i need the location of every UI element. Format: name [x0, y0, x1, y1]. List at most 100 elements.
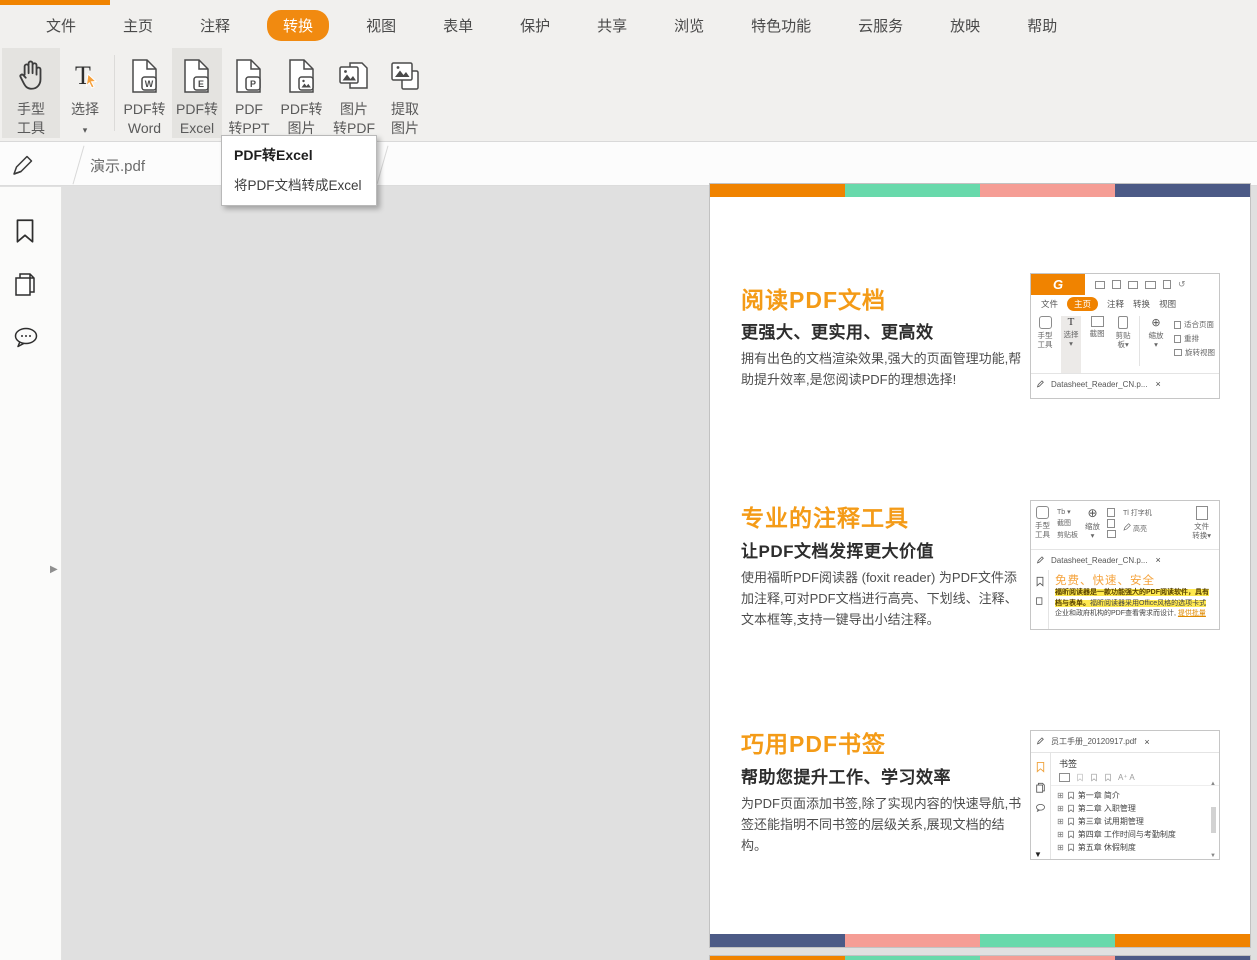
mini1-menu-convert: 转换 — [1133, 298, 1150, 310]
mini2-heading: 免费、快速、安全 — [1055, 572, 1215, 588]
tooltip-description: 将PDF文档转成Excel — [234, 174, 364, 194]
page-bottom-stripe — [710, 934, 1250, 947]
pdf-to-image-label-2: 图片 — [288, 120, 316, 136]
menu-item-share[interactable]: 共享 — [587, 10, 637, 41]
pdf-to-word-label-1: PDF转 — [124, 101, 166, 117]
tooltip-title: PDF转Excel — [234, 145, 364, 165]
pdf-to-ppt-icon: P — [232, 56, 266, 96]
image-to-pdf-label-1: 图片 — [340, 101, 368, 117]
mini3-caret-icon: ▼ — [1034, 850, 1042, 859]
section2-body: 使用福昕PDF阅读器 (foxit reader) 为PDF文件添加注释,可对P… — [741, 567, 1023, 630]
mini-screenshot-bookmarks-panel: 员工手册_20120917.pdf × ▼ 书签 — [1030, 730, 1220, 860]
select-tool-label: 选择 — [71, 101, 99, 117]
select-text-icon: T — [69, 56, 101, 96]
pdf-to-excel-icon: E — [180, 56, 214, 96]
mini-screenshot-reader-ui: G ↺ 文件 主页 注释 转换 视图 手型工具 — [1030, 273, 1220, 399]
menu-item-protect[interactable]: 保护 — [510, 10, 560, 41]
select-tool-button[interactable]: T 选择 ▾ — [62, 48, 108, 138]
hand-tool-label-1: 手型 — [17, 101, 45, 117]
section3-body: 为PDF页面添加书签,除了实现内容的快速导航,书签还能指明不同书签的层级关系,展… — [741, 793, 1023, 856]
pdf-page-2-top-stripe — [709, 955, 1251, 960]
extract-image-label-1: 提取 — [391, 101, 419, 117]
pdf-to-image-icon — [285, 56, 319, 96]
mini2-typewriter-tool: Tl 打字机 — [1123, 508, 1152, 518]
extract-image-icon — [387, 56, 423, 96]
pdf-to-image-label-1: PDF转 — [281, 101, 323, 117]
mini3-panel-toolbar: A⁺ A — [1051, 772, 1219, 786]
bookmarks-panel-button[interactable] — [12, 217, 40, 245]
menu-item-help[interactable]: 帮助 — [1017, 10, 1067, 41]
mini2-sidebar — [1031, 570, 1049, 630]
mini3-close-icon: × — [1144, 737, 1149, 747]
pdf-page-1: 阅读PDF文档 更强大、更实用、更高效 拥有出色的文档渲染效果,强大的页面管理功… — [709, 183, 1251, 948]
section3-title: 巧用PDF书签 — [741, 725, 886, 759]
pages-panel-button[interactable] — [12, 271, 40, 299]
menu-item-cloud[interactable]: 云服务 — [848, 10, 913, 41]
menu-item-file[interactable]: 文件 — [36, 10, 86, 41]
sidebar-expand-handle[interactable]: ▶ — [50, 564, 58, 575]
mini3-document-tab: 员工手册_20120917.pdf — [1051, 736, 1136, 747]
mini1-document-tab: Datasheet_Reader_CN.p... — [1051, 380, 1148, 389]
section3-subtitle: 帮助您提升工作、学习效率 — [741, 763, 951, 788]
svg-text:E: E — [198, 79, 204, 89]
pdf-to-ppt-button[interactable]: P PDF 转PPT — [225, 48, 273, 138]
section2-subtitle: 让PDF文档发挥更大价值 — [741, 537, 934, 562]
hand-tool-label-2: 工具 — [17, 120, 45, 136]
document-tab[interactable]: 演示.pdf — [90, 155, 145, 176]
document-canvas[interactable]: 阅读PDF文档 更强大、更实用、更高效 拥有出色的文档渲染效果,强大的页面管理功… — [62, 187, 1257, 960]
section1-subtitle: 更强大、更实用、更高效 — [741, 318, 934, 343]
ribbon-separator — [114, 55, 115, 131]
mini-screenshot-annotate-ui: 手型工具 Tb ▾ 截图 剪贴板 ⊕ 缩放▾ Tl 打字机 高亮 — [1030, 500, 1220, 630]
mini3-panel-title: 书签 — [1051, 753, 1219, 772]
menubar: 文件 主页 注释 转换 视图 表单 保护 共享 浏览 特色功能 云服务 放映 帮… — [0, 0, 1257, 45]
page-top-stripe — [710, 184, 1250, 197]
pdf-to-excel-label-1: PDF转 — [176, 101, 218, 117]
hand-tool-button[interactable]: 手型工具 — [2, 48, 60, 138]
foxit-logo: G — [1031, 274, 1085, 295]
pdf-to-ppt-label-1: PDF — [235, 101, 263, 117]
select-dropdown-arrow: ▾ — [83, 125, 88, 135]
pdf-to-excel-button[interactable]: E PDF转 Excel — [172, 48, 222, 138]
mini3-scrollbar: ▲▼ — [1209, 781, 1217, 859]
section1-body: 拥有出色的文档渲染效果,强大的页面管理功能,帮助提升效率,是您阅读PDF的理想选… — [741, 348, 1023, 390]
mini1-menu-home: 主页 — [1067, 297, 1098, 311]
menu-item-form[interactable]: 表单 — [433, 10, 483, 41]
image-to-pdf-button[interactable]: 图片转PDF — [330, 48, 378, 138]
extract-image-label-2: 图片 — [391, 120, 419, 136]
mini1-menu-annotate: 注释 — [1107, 298, 1124, 310]
comments-panel-button[interactable] — [12, 325, 40, 353]
ribbon-toolbar: 手型工具 T 选择▾ W PDF转Word E PDF转Excel P PDF转… — [0, 45, 1257, 142]
quick-access-icons: ↺ — [1095, 279, 1186, 290]
mini2-document-tab: Datasheet_Reader_CN.p... — [1051, 556, 1148, 565]
section1-title: 阅读PDF文档 — [741, 281, 886, 315]
menu-item-slideshow[interactable]: 放映 — [940, 10, 990, 41]
pdf-to-excel-label-2: Excel — [180, 120, 214, 136]
mini1-menu-view: 视图 — [1159, 298, 1176, 310]
pdf-to-ppt-label-2: 转PPT — [228, 120, 269, 136]
menu-item-browse[interactable]: 浏览 — [664, 10, 714, 41]
pen-icon[interactable] — [10, 152, 36, 178]
tab-edge — [377, 146, 389, 185]
accent-bar — [0, 0, 110, 5]
document-tab-bar: 演示.pdf — [0, 142, 1257, 186]
mini2-close-icon: × — [1156, 555, 1161, 565]
menu-item-convert[interactable]: 转换 — [267, 10, 329, 41]
image-to-pdf-icon — [336, 56, 372, 96]
tab-edge — [73, 146, 85, 185]
menu-item-annotate[interactable]: 注释 — [190, 10, 240, 41]
pdf-to-word-icon: W — [128, 56, 162, 96]
pdf-to-image-button[interactable]: PDF转图片 — [276, 48, 327, 138]
extract-image-button[interactable]: 提取图片 — [381, 48, 429, 138]
hand-icon — [14, 56, 48, 96]
menu-item-view[interactable]: 视图 — [356, 10, 406, 41]
menu-item-features[interactable]: 特色功能 — [741, 10, 821, 41]
mini1-menu-file: 文件 — [1041, 298, 1058, 310]
pdf-to-word-label-2: Word — [128, 120, 161, 136]
pdf-to-word-button[interactable]: W PDF转 Word — [119, 48, 170, 138]
mini3-sidebar: ▼ — [1031, 753, 1051, 860]
mini1-close-icon: × — [1156, 379, 1161, 389]
tooltip-pdf-to-excel: PDF转Excel 将PDF文档转成Excel — [221, 135, 377, 206]
svg-text:P: P — [250, 79, 256, 89]
image-to-pdf-label-2: 转PDF — [333, 120, 375, 136]
menu-item-home[interactable]: 主页 — [113, 10, 163, 41]
